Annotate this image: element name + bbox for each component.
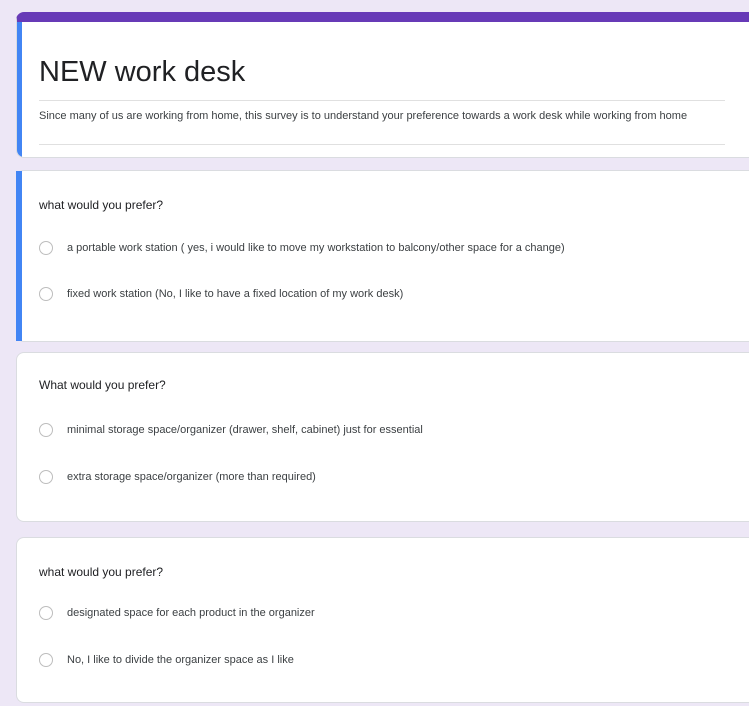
active-indicator-bar: [17, 22, 22, 157]
option-label: minimal storage space/organizer (drawer,…: [67, 424, 423, 436]
radio-button-icon[interactable]: [39, 423, 53, 437]
title-divider: [39, 100, 725, 101]
form-header-card: NEW work desk Since many of us are worki…: [16, 12, 749, 158]
description-divider: [39, 144, 725, 145]
form-description: Since many of us are working from home, …: [39, 110, 688, 122]
radio-option[interactable]: extra storage space/organizer (more than…: [39, 466, 316, 488]
question-text: what would you prefer?: [39, 198, 164, 212]
radio-option[interactable]: minimal storage space/organizer (drawer,…: [39, 419, 423, 441]
radio-option[interactable]: fixed work station (No, I like to have a…: [39, 283, 403, 305]
radio-option[interactable]: No, I like to divide the organizer space…: [39, 649, 294, 671]
radio-button-icon[interactable]: [39, 653, 53, 667]
option-label: fixed work station (No, I like to have a…: [67, 288, 404, 300]
option-label: a portable work station ( yes, i would l…: [67, 242, 565, 254]
question-card-3: what would you prefer? designated space …: [16, 537, 749, 703]
form-title: NEW work desk: [39, 56, 246, 88]
question-text: What would you prefer?: [39, 378, 166, 392]
question-card-1: what would you prefer? a portable work s…: [16, 170, 749, 342]
radio-button-icon[interactable]: [39, 470, 53, 484]
radio-button-icon[interactable]: [39, 241, 53, 255]
radio-button-icon[interactable]: [39, 606, 53, 620]
radio-option[interactable]: designated space for each product in the…: [39, 602, 315, 624]
option-label: No, I like to divide the organizer space…: [67, 654, 294, 666]
option-label: designated space for each product in the…: [67, 607, 315, 619]
option-label: extra storage space/organizer (more than…: [67, 471, 316, 483]
question-card-2: What would you prefer? minimal storage s…: [16, 352, 749, 522]
radio-button-icon[interactable]: [39, 287, 53, 301]
active-indicator-bar: [16, 171, 22, 341]
radio-option[interactable]: a portable work station ( yes, i would l…: [39, 237, 565, 259]
question-text: what would you prefer?: [39, 565, 164, 579]
